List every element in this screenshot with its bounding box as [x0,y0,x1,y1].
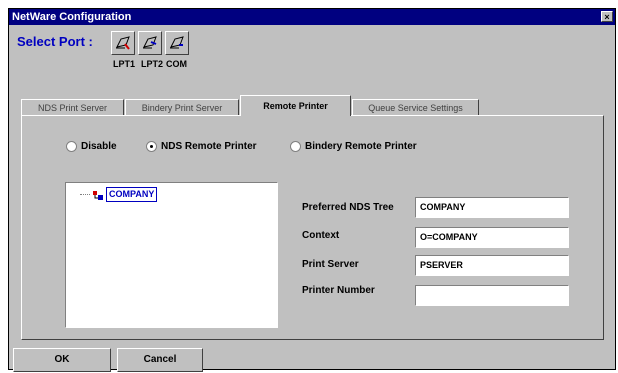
tree-item-company[interactable]: COMPANY [106,187,158,202]
tab-remote-printer[interactable]: Remote Printer [240,95,351,116]
port-lpt1-button[interactable] [111,31,135,55]
port-label-lpt2: LPT2 [141,59,164,69]
title-bar[interactable]: NetWare Configuration × [9,9,615,25]
radio-indicator-selected [146,141,157,152]
port-lpt2-button[interactable] [138,31,162,55]
tab-queue-service-settings[interactable]: Queue Service Settings [352,99,479,115]
print-server-field[interactable]: PSERVER [415,255,569,276]
printer-number-field[interactable] [415,285,569,306]
radio-label: NDS Remote Printer [161,141,257,152]
tab-bindery-print-server[interactable]: Bindery Print Server [125,99,239,115]
context-label: Context [302,230,340,241]
context-field[interactable]: O=COMPANY [415,227,569,248]
radio-label: Disable [81,141,117,152]
printer-port-2-icon [143,36,157,49]
tab-nds-print-server[interactable]: NDS Print Server [21,99,124,115]
radio-indicator [66,141,77,152]
tree-connector [80,194,90,195]
port-label-com: COM [166,59,187,69]
radio-label: Bindery Remote Printer [305,141,417,152]
printer-number-label: Printer Number [302,285,375,296]
organization-icon [93,191,103,200]
preferred-nds-tree-label: Preferred NDS Tree [302,202,394,213]
window-title: NetWare Configuration [12,11,132,23]
cancel-button[interactable]: Cancel [117,348,203,372]
ok-button[interactable]: OK [13,348,111,372]
nds-tree-view[interactable]: COMPANY [65,182,278,328]
netware-configuration-dialog: NetWare Configuration × Select Port : LP… [8,8,616,372]
port-com-button[interactable] [165,31,189,55]
port-label-lpt1: LPT1 [113,59,136,69]
radio-indicator [290,141,301,152]
printer-port-1-icon [116,36,130,50]
close-button[interactable]: × [601,11,613,22]
preferred-nds-tree-field[interactable]: COMPANY [415,197,569,218]
serial-port-icon [170,36,184,49]
select-port-label: Select Port : [17,34,93,49]
print-server-label: Print Server [302,259,359,270]
